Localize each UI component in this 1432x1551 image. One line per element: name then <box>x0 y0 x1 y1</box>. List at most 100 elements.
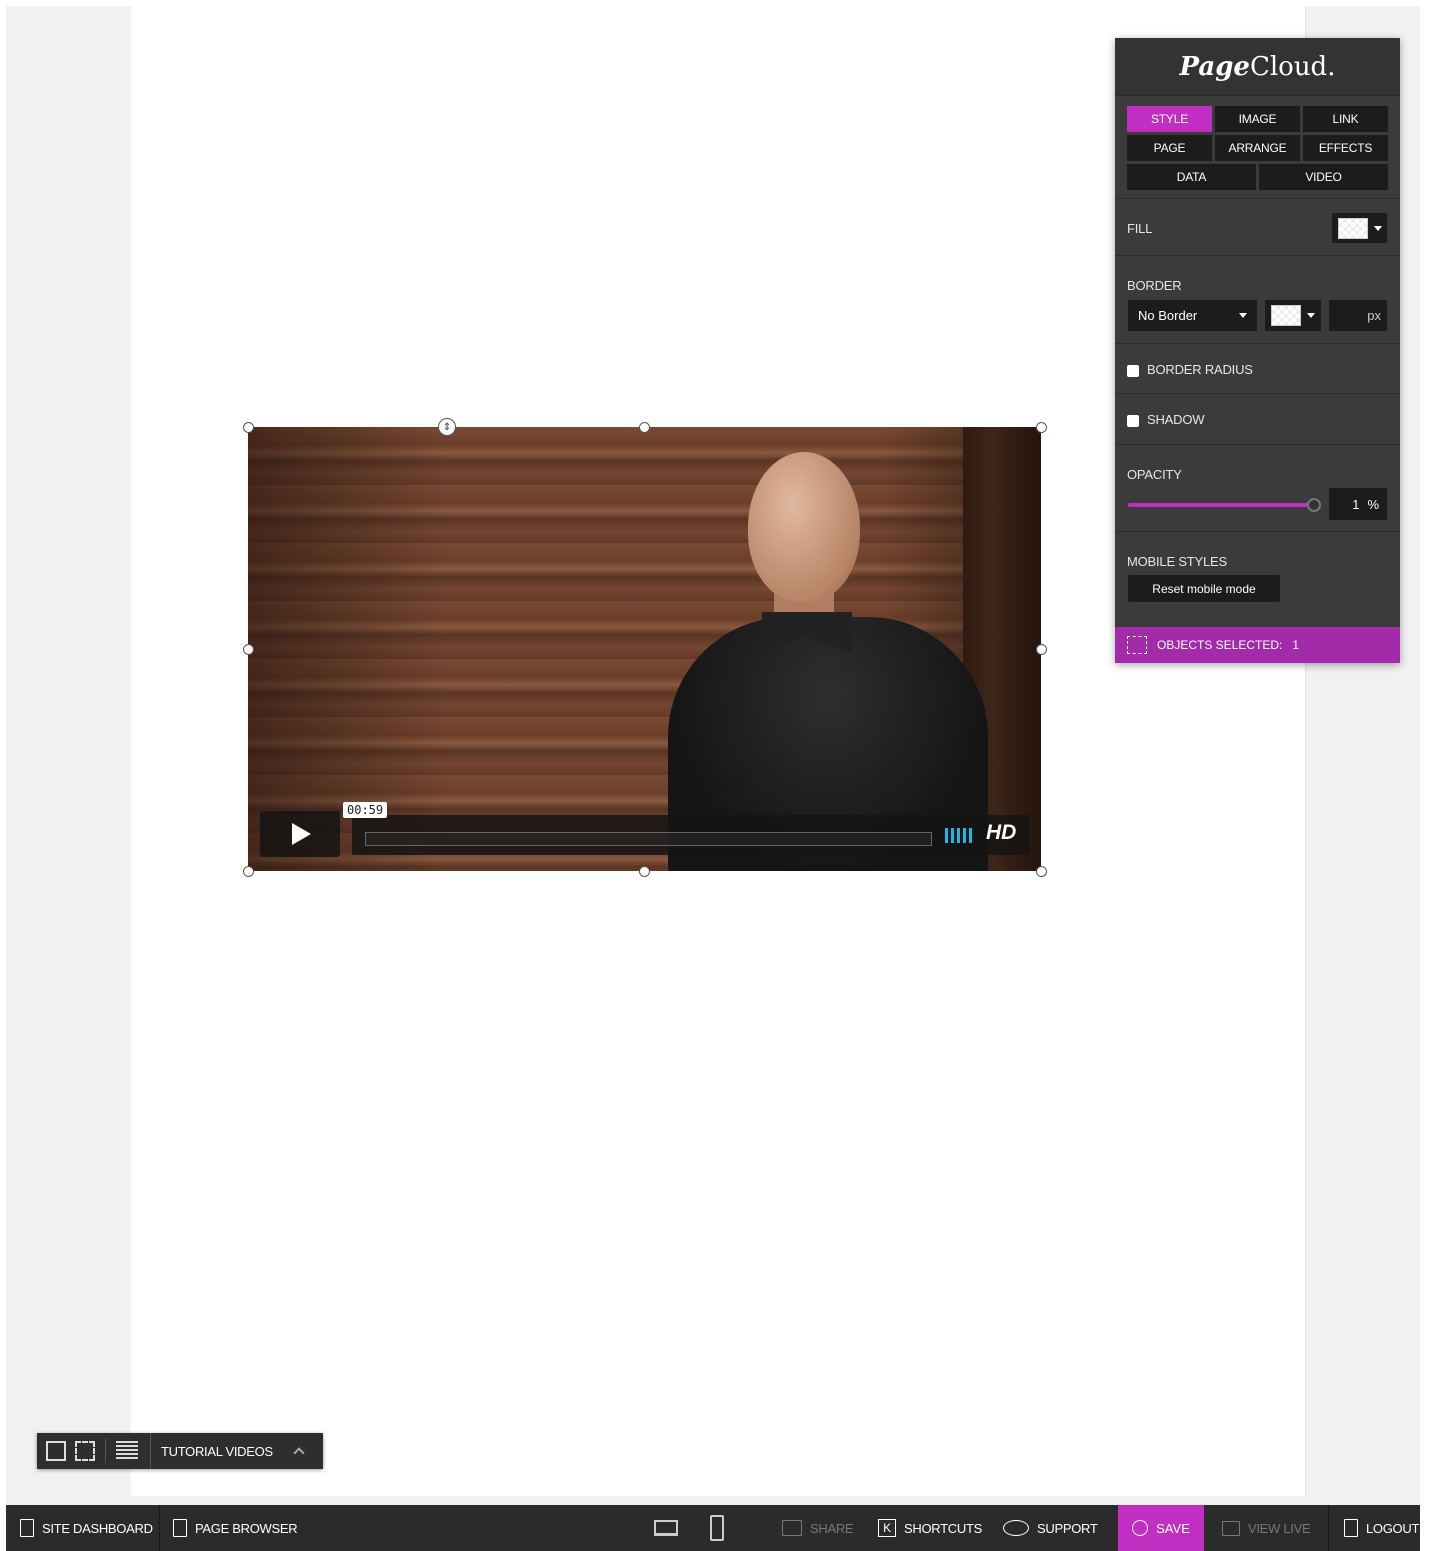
chevron-down-icon <box>1307 313 1315 318</box>
tab-arrange[interactable]: ARRANGE <box>1215 135 1300 161</box>
opacity-input[interactable]: 1 % <box>1329 488 1387 520</box>
chevron-up-icon <box>293 1447 305 1459</box>
bottom-toolbar: SITE DASHBOARD PAGE BROWSER SHARE K SHOR… <box>6 1505 1420 1551</box>
fill-color-picker[interactable] <box>1332 213 1387 243</box>
tutorial-videos-label: TUTORIAL VIDEOS <box>161 1443 273 1459</box>
page-browser-button[interactable]: PAGE BROWSER <box>173 1505 298 1551</box>
opacity-label: OPACITY <box>1127 467 1182 482</box>
objects-selected-bar: OBJECTS SELECTED: 1 <box>1115 627 1400 663</box>
video-frame-person <box>658 452 998 871</box>
border-radius-label: BORDER RADIUS <box>1147 362 1253 377</box>
select-tool-icon[interactable] <box>46 1441 66 1461</box>
chevron-down-icon <box>1239 313 1247 318</box>
reset-mobile-button[interactable]: Reset mobile mode <box>1128 575 1280 602</box>
check-circle-icon <box>1132 1520 1149 1536</box>
fill-section: FILL <box>1115 199 1400 256</box>
video-player-controls: 00:59 HD <box>260 802 1030 857</box>
editor-root: 00:59 HD ⇕ PageCloud. STYLE IMAGE LINK P… <box>0 0 1432 1551</box>
opacity-slider[interactable] <box>1128 503 1314 507</box>
shadow-row[interactable]: SHADOW <box>1127 412 1205 427</box>
divider <box>1328 1505 1329 1551</box>
selection-icon <box>1127 636 1147 654</box>
opacity-unit: % <box>1367 496 1379 512</box>
logout-icon <box>1344 1519 1358 1537</box>
tutorial-videos-button[interactable]: TUTORIAL VIDEOS <box>150 1433 305 1469</box>
divider <box>159 1505 160 1551</box>
laptop-icon <box>654 1520 678 1536</box>
border-radius-row[interactable]: BORDER RADIUS <box>1127 362 1253 377</box>
share-button[interactable]: SHARE <box>782 1505 854 1551</box>
logo-rest: Cloud. <box>1249 51 1336 82</box>
shortcuts-button[interactable]: K SHORTCUTS <box>878 1505 982 1551</box>
resize-handle-w[interactable] <box>243 644 254 655</box>
shortcuts-label: SHORTCUTS <box>904 1520 982 1536</box>
shadow-checkbox[interactable] <box>1127 414 1139 427</box>
border-color-picker[interactable] <box>1265 300 1321 331</box>
border-label: BORDER <box>1127 278 1182 293</box>
mobile-styles-section: MOBILE STYLES Reset mobile mode <box>1115 532 1400 626</box>
mobile-styles-label: MOBILE STYLES <box>1127 554 1227 569</box>
border-width-input[interactable]: px <box>1329 300 1387 331</box>
tab-effects[interactable]: EFFECTS <box>1303 135 1388 161</box>
border-style-value: No Border <box>1138 308 1198 323</box>
border-style-select[interactable]: No Border <box>1128 300 1257 331</box>
resize-handle-nw[interactable] <box>243 422 254 433</box>
border-radius-checkbox[interactable] <box>1127 364 1139 377</box>
site-dashboard-button[interactable]: SITE DASHBOARD <box>20 1505 153 1551</box>
resize-handle-se[interactable] <box>1036 866 1047 877</box>
page-icon <box>173 1519 187 1537</box>
keyboard-icon: K <box>878 1519 896 1537</box>
volume-icon[interactable] <box>945 828 972 843</box>
play-button[interactable] <box>260 811 340 857</box>
shadow-section: SHADOW <box>1115 394 1400 445</box>
exit-icon <box>20 1519 34 1537</box>
resize-handle-sw[interactable] <box>243 866 254 877</box>
objects-selected-count: 1 <box>1292 638 1300 652</box>
tab-video[interactable]: VIDEO <box>1259 164 1388 190</box>
share-icon <box>782 1520 802 1536</box>
group-tool-icon[interactable] <box>75 1441 95 1461</box>
style-panel: PageCloud. STYLE IMAGE LINK PAGE ARRANGE… <box>1115 38 1400 663</box>
video-timecode: 00:59 <box>343 802 388 818</box>
border-radius-section: BORDER RADIUS <box>1115 344 1400 394</box>
chat-bubble-icon <box>1003 1520 1029 1536</box>
resize-handle-s[interactable] <box>639 866 650 877</box>
hd-toggle[interactable]: HD <box>986 821 1016 845</box>
resize-handle-n[interactable] <box>639 422 650 433</box>
text-tool-icon[interactable] <box>116 1441 138 1461</box>
opacity-value: 1 <box>1352 496 1360 512</box>
view-live-label: VIEW LIVE <box>1248 1520 1311 1536</box>
tab-image[interactable]: IMAGE <box>1215 106 1300 132</box>
video-element[interactable]: 00:59 HD <box>248 427 1041 871</box>
tutorial-toolbar: TUTORIAL VIDEOS <box>37 1433 323 1469</box>
fill-swatch <box>1338 217 1368 239</box>
border-unit: px <box>1367 308 1381 323</box>
page-browser-label: PAGE BROWSER <box>195 1520 298 1536</box>
support-button[interactable]: SUPPORT <box>1003 1505 1098 1551</box>
opacity-slider-knob[interactable] <box>1307 498 1321 512</box>
view-live-button[interactable]: VIEW LIVE <box>1222 1505 1311 1551</box>
chevron-down-icon <box>1374 225 1382 231</box>
video-progress-bar[interactable] <box>365 832 932 846</box>
play-icon <box>292 823 311 845</box>
save-button[interactable]: SAVE <box>1118 1505 1204 1551</box>
desktop-view-button[interactable] <box>654 1505 678 1551</box>
objects-selected-label: OBJECTS SELECTED: <box>1157 638 1283 652</box>
fill-label: FILL <box>1127 221 1153 236</box>
support-label: SUPPORT <box>1037 1520 1098 1536</box>
opacity-section: OPACITY 1 % <box>1115 445 1400 532</box>
tab-style[interactable]: STYLE <box>1127 106 1212 132</box>
border-swatch <box>1271 305 1301 326</box>
layer-order-handle-icon[interactable]: ⇕ <box>438 418 456 436</box>
logout-button[interactable]: LOGOUT <box>1344 1505 1419 1551</box>
tab-page[interactable]: PAGE <box>1127 135 1212 161</box>
resize-handle-e[interactable] <box>1036 644 1047 655</box>
mobile-view-button[interactable] <box>710 1505 724 1551</box>
share-label: SHARE <box>810 1520 854 1536</box>
tab-link[interactable]: LINK <box>1303 106 1388 132</box>
tab-data[interactable]: DATA <box>1127 164 1256 190</box>
logo-script: Page <box>1179 51 1250 82</box>
site-dashboard-label: SITE DASHBOARD <box>42 1520 153 1536</box>
save-label: SAVE <box>1156 1520 1190 1536</box>
resize-handle-ne[interactable] <box>1036 422 1047 433</box>
